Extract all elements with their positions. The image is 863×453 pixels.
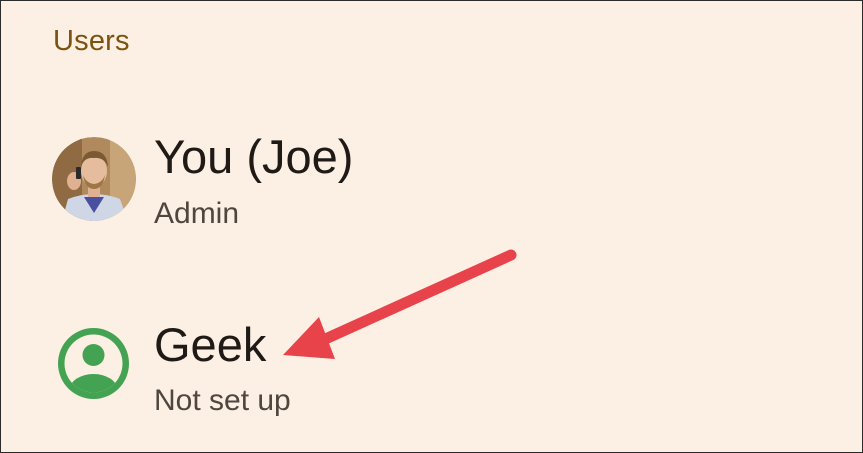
user-name: Geek [154, 318, 267, 371]
user-status: Admin [154, 197, 240, 230]
users-section-header: Users [53, 25, 130, 57]
user-status: Not set up [154, 384, 291, 417]
account-circle-icon [58, 328, 129, 399]
user-item-geek[interactable]: Geek Not set up [1, 301, 862, 421]
user-avatar-photo [52, 137, 136, 221]
user-name: You (Joe) [154, 130, 354, 183]
users-screen: Users You (Joe) Admin Geek Not set up [0, 0, 863, 453]
user-item-joe[interactable]: You (Joe) Admin [1, 119, 862, 239]
